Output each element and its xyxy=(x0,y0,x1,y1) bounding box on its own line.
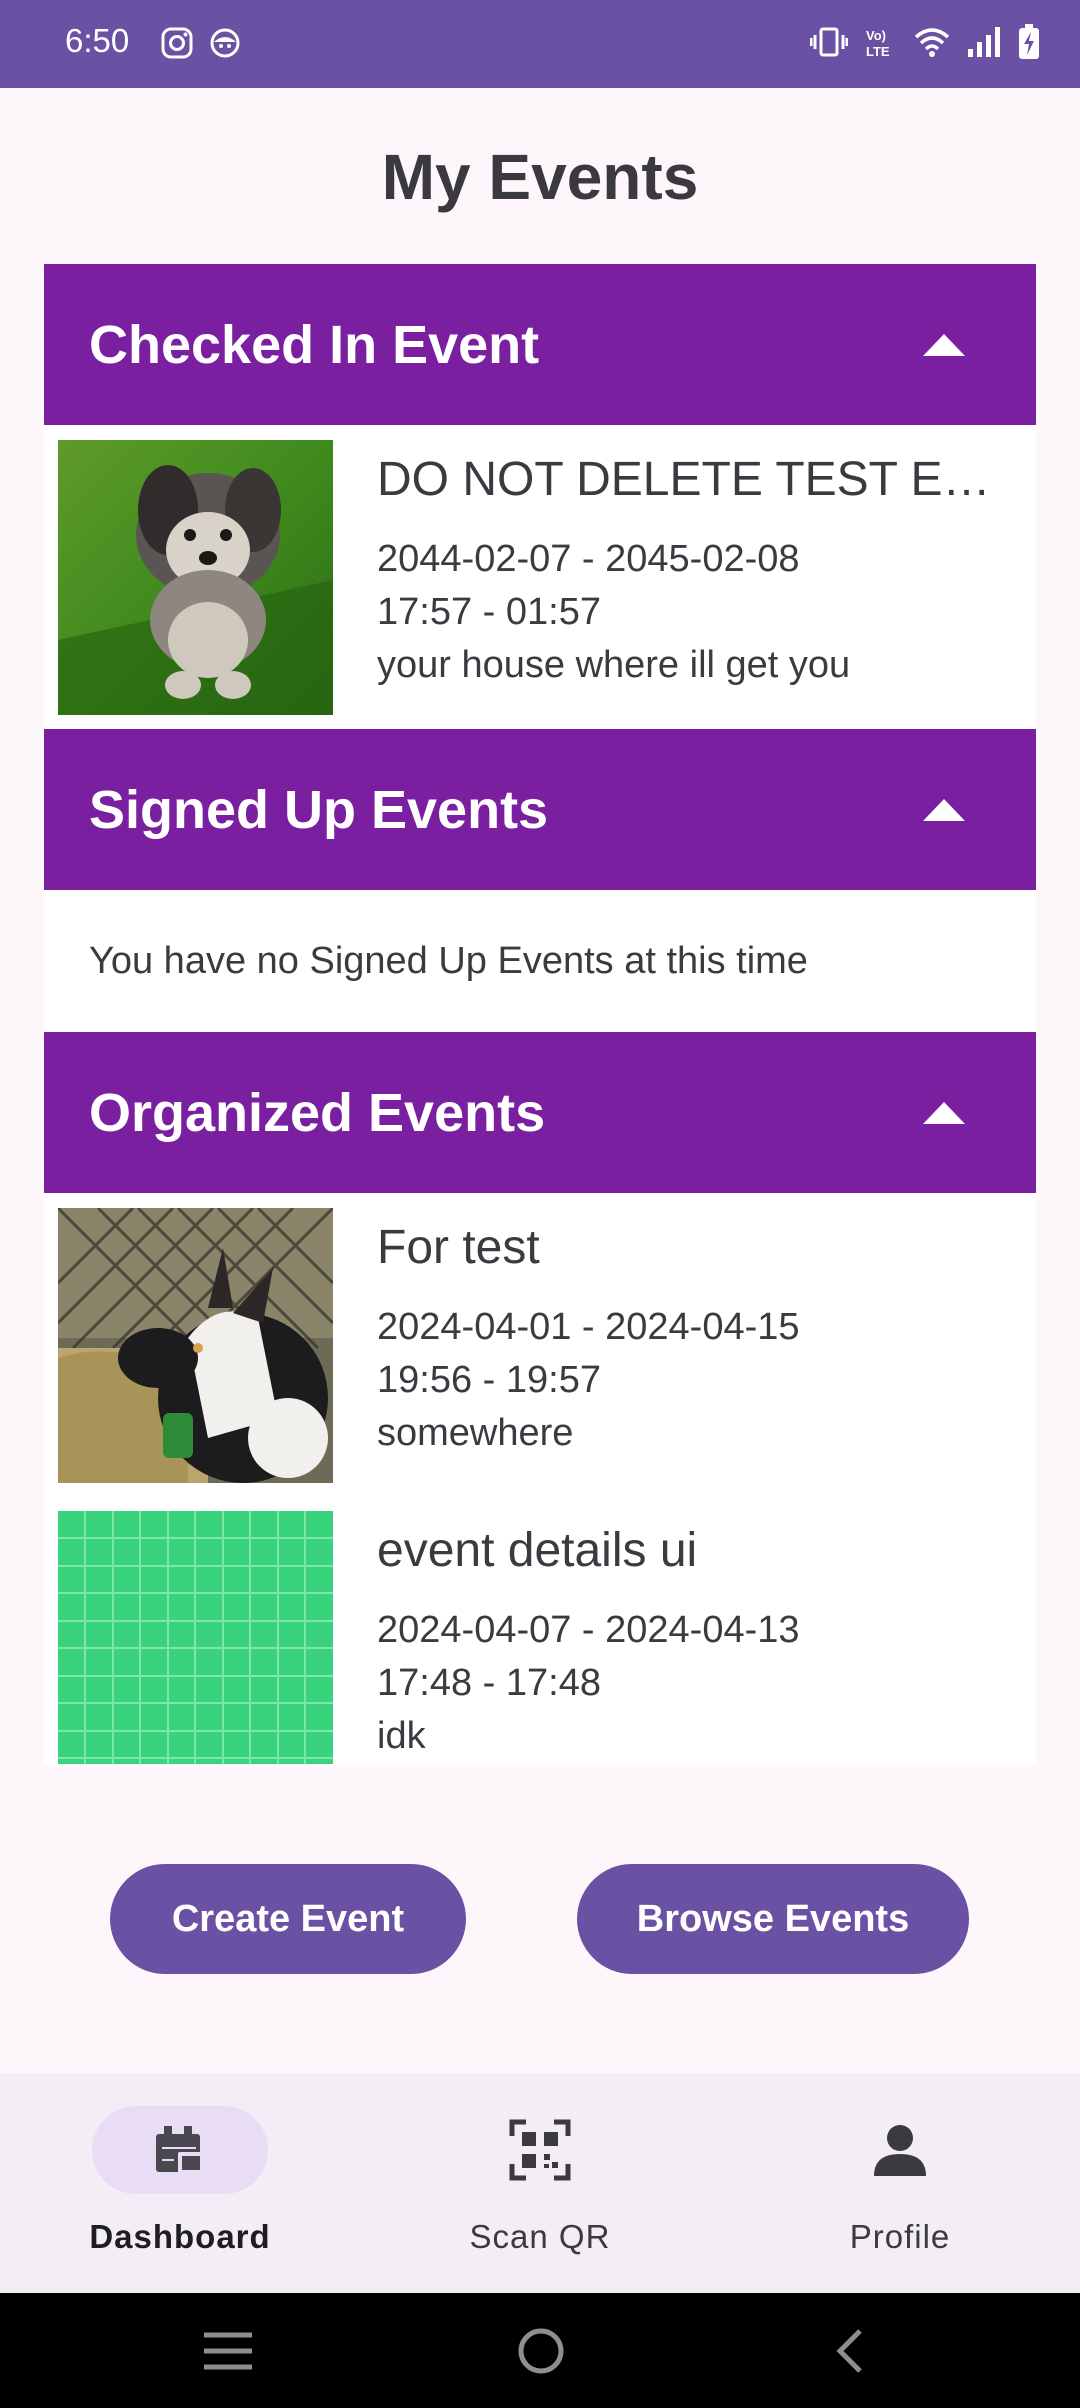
page-title: My Events xyxy=(381,141,699,213)
event-image-goat xyxy=(58,1208,333,1483)
instagram-icon xyxy=(161,27,193,59)
checked-in-section-header[interactable]: Checked In Event xyxy=(44,264,1036,425)
wifi-icon xyxy=(914,28,950,57)
back-icon[interactable] xyxy=(832,2327,864,2375)
collapse-arrow-icon[interactable] xyxy=(923,799,965,821)
organized-section-header[interactable]: Organized Events xyxy=(44,1032,1036,1193)
bottom-navigation: Dashboard Scan QR Profile xyxy=(0,2073,1080,2293)
event-location: somewhere xyxy=(377,1412,574,1454)
collapse-arrow-icon[interactable] xyxy=(923,334,965,356)
event-times: 17:48 - 17:48 xyxy=(377,1662,601,1704)
nav-item-scan-qr[interactable]: Scan QR xyxy=(360,2073,720,2293)
event-dates: 2024-04-01 - 2024-04-15 xyxy=(377,1306,800,1348)
event-times: 17:57 - 01:57 xyxy=(377,591,601,633)
empty-message: You have no Signed Up Events at this tim… xyxy=(89,940,808,982)
home-icon[interactable] xyxy=(517,2327,565,2375)
nav-label: Profile xyxy=(849,2218,951,2255)
event-location: idk xyxy=(377,1715,426,1757)
nav-label: Scan QR xyxy=(469,2218,611,2255)
nav-item-dashboard[interactable]: Dashboard xyxy=(0,2073,360,2293)
event-item[interactable]: event details ui 2024-04-07 - 2024-04-13… xyxy=(44,1511,1036,1764)
event-dates: 2044-02-07 - 2045-02-08 xyxy=(377,538,800,580)
signed-up-section-header[interactable]: Signed Up Events xyxy=(44,729,1036,890)
browse-events-button[interactable]: Browse Events xyxy=(577,1864,969,1974)
nav-item-profile[interactable]: Profile xyxy=(720,2073,1080,2293)
status-time: 6:50 xyxy=(65,22,130,59)
section-title: Checked In Event xyxy=(89,315,540,375)
event-dates: 2024-04-07 - 2024-04-13 xyxy=(377,1609,800,1651)
event-item[interactable]: For test 2024-04-01 - 2024-04-15 19:56 -… xyxy=(44,1208,1036,1484)
event-item[interactable]: DO NOT DELETE TEST EVENT 2044-02-07 - 20… xyxy=(44,440,1036,716)
svg-text:Vo): Vo) xyxy=(866,28,886,43)
event-name: event details ui xyxy=(377,1524,698,1577)
collapse-arrow-icon[interactable] xyxy=(923,1102,965,1124)
section-title: Signed Up Events xyxy=(89,780,549,840)
event-image-dog xyxy=(58,440,333,715)
event-location: your house where ill get you xyxy=(377,644,851,686)
person-icon xyxy=(874,2125,926,2176)
vibrate-icon xyxy=(810,27,848,57)
event-image-green-grid xyxy=(58,1511,333,1764)
recent-apps-icon[interactable] xyxy=(202,2331,254,2371)
volte-icon: Vo) LTE xyxy=(866,28,890,59)
event-name: DO NOT DELETE TEST EVENT xyxy=(377,453,1017,506)
checked-in-section-body: DO NOT DELETE TEST EVENT 2044-02-07 - 20… xyxy=(44,425,1036,729)
svg-text:LTE: LTE xyxy=(866,44,890,59)
qr-scan-icon xyxy=(509,2119,571,2181)
status-bar: 6:50 Vo) LTE xyxy=(0,0,1080,88)
system-navigation-bar xyxy=(0,2293,1080,2408)
status-icons: Vo) LTE xyxy=(810,24,1040,60)
section-title: Organized Events xyxy=(89,1083,546,1143)
event-name: For test xyxy=(377,1221,540,1274)
organized-section-body: For test 2024-04-01 - 2024-04-15 19:56 -… xyxy=(44,1193,1036,1765)
dashboard-icon xyxy=(156,2126,204,2174)
signed-up-section-body: You have no Signed Up Events at this tim… xyxy=(44,890,1036,1032)
signal-icon xyxy=(968,27,1000,57)
battery-charging-icon xyxy=(1019,24,1039,59)
event-times: 19:56 - 19:57 xyxy=(377,1359,601,1401)
create-event-button[interactable]: Create Event xyxy=(110,1864,466,1974)
face-icon xyxy=(210,28,240,58)
nav-label: Dashboard xyxy=(89,2218,271,2255)
